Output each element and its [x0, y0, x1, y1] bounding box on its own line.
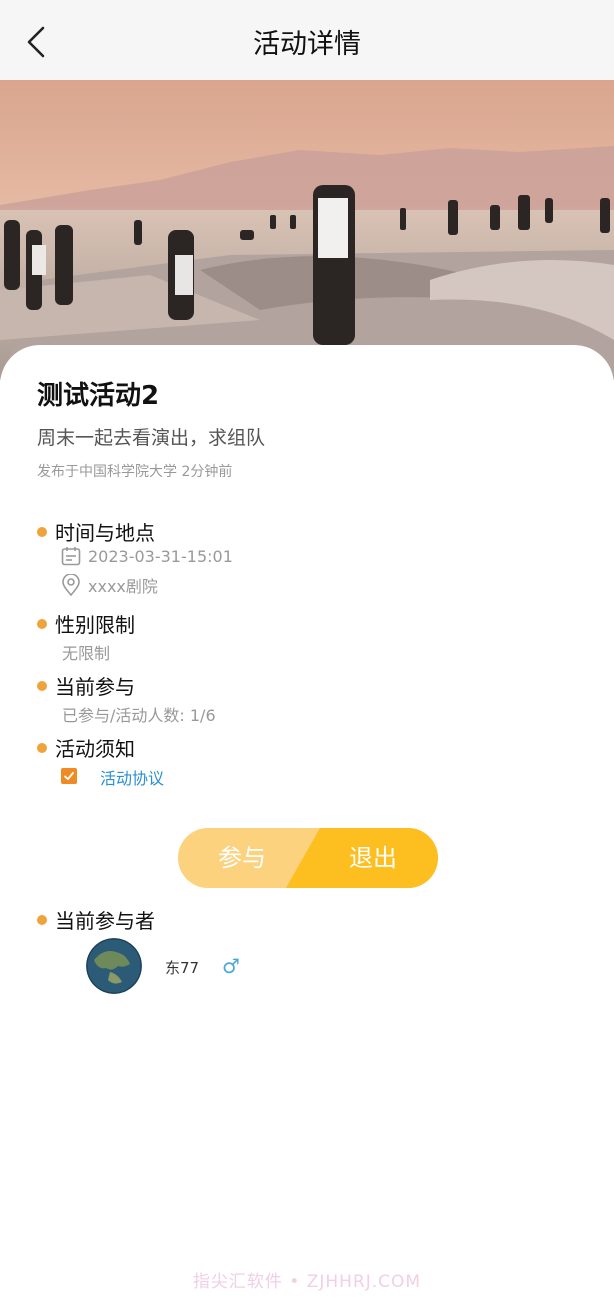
top-nav-bar: 活动详情 — [0, 0, 614, 80]
section-title-gender: 性别限制 — [55, 613, 135, 637]
join-quit-toggle: 参与 退出 — [178, 828, 438, 888]
agreement-checkbox[interactable] — [61, 768, 77, 784]
activity-title: 测试活动2 — [37, 381, 160, 411]
activity-cover-image — [0, 80, 614, 380]
bullet-dot — [37, 914, 47, 925]
bullet-dot — [37, 526, 47, 537]
check-icon — [64, 772, 74, 780]
quit-button[interactable]: 退出 — [308, 828, 438, 888]
activity-subtitle: 周末一起去看演出，求组队 — [37, 427, 266, 449]
section-title-time-place: 时间与地点 — [55, 521, 155, 545]
activity-location: xxxx剧院 — [88, 577, 158, 596]
section-title-participation: 当前参与 — [55, 675, 135, 699]
watermark: 指尖汇软件 • ZJHHRJ.COM — [192, 1272, 422, 1292]
bullet-dot — [37, 680, 47, 691]
location-pin-icon — [60, 574, 82, 596]
participant-name: 东77 — [165, 959, 200, 977]
participation-count: 已参与/活动人数: 1/6 — [62, 706, 216, 725]
section-title-participants: 当前参与者 — [55, 909, 155, 933]
section-gender: 性别限制 — [37, 609, 135, 638]
calendar-icon — [60, 545, 82, 567]
datetime-row: 2023-03-31-15:01 — [60, 545, 233, 567]
activity-datetime: 2023-03-31-15:01 — [88, 546, 233, 566]
section-time-place: 时间与地点 — [37, 517, 155, 546]
bullet-dot — [37, 618, 47, 629]
gender-limit-value: 无限制 — [62, 644, 111, 663]
agreement-link[interactable]: 活动协议 — [100, 765, 164, 789]
participant-avatar[interactable] — [86, 938, 142, 994]
publish-info: 发布于中国科学院大学 2分钟前 — [37, 464, 233, 480]
location-row: xxxx剧院 — [60, 573, 158, 597]
male-icon: ♂ — [222, 954, 240, 978]
page-title: 活动详情 — [253, 29, 361, 60]
section-title-notice: 活动须知 — [55, 737, 135, 761]
section-notice: 活动须知 — [37, 733, 135, 762]
join-button[interactable]: 参与 — [178, 828, 306, 888]
section-participants: 当前参与者 — [37, 905, 155, 934]
activity-detail-card: 测试活动2 周末一起去看演出，求组队 发布于中国科学院大学 2分钟前 时间与地点… — [0, 345, 614, 1300]
bullet-dot — [37, 742, 47, 753]
section-participation: 当前参与 — [37, 671, 135, 700]
